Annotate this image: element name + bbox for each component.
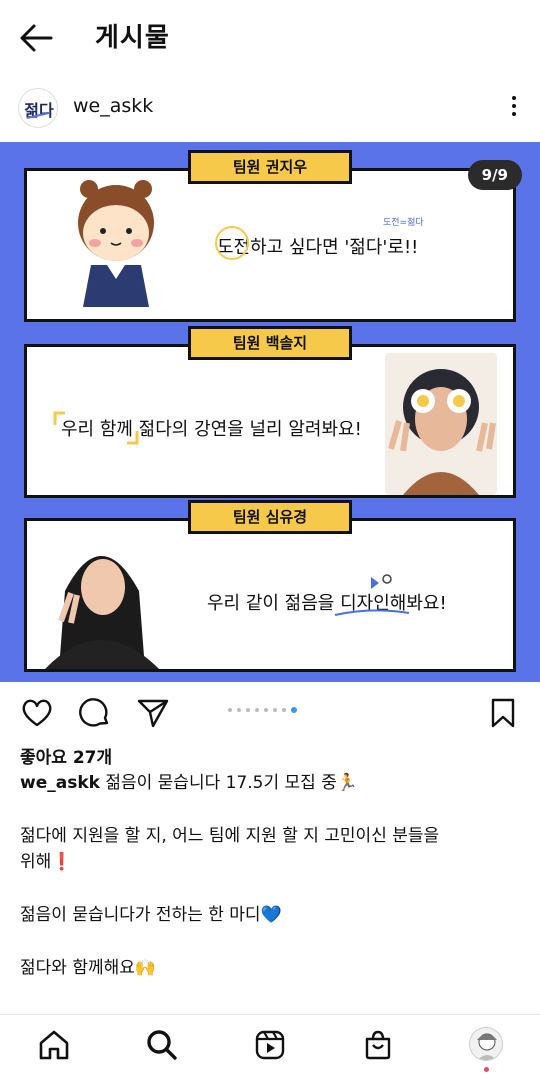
member-panel-1: 도전하고 싶다면 '젊다'로!! 도전=젊다 <box>24 168 516 322</box>
profile-illustration-icon <box>477 1033 497 1060</box>
caption-line-3: 위해❗ <box>20 852 73 872</box>
circle-highlight-icon <box>215 226 249 260</box>
slide-counter: 9/9 <box>467 160 522 190</box>
top-bar: 게시물 <box>0 0 540 76</box>
bottom-navigation <box>0 1014 540 1076</box>
like-count[interactable]: 좋아요 27개 <box>20 743 112 768</box>
username[interactable]: we_askk <box>73 95 153 117</box>
bracket-icon <box>53 411 139 445</box>
panel-note: 도전=젊다 <box>383 218 424 228</box>
caption-line-1: we_askk 젊음이 묻습니다 17.5기 모집 중🏃 <box>20 770 520 796</box>
member-tag-1: 팀원 권지우 <box>188 150 352 184</box>
sparkle-icon <box>334 574 410 616</box>
shop-icon[interactable] <box>362 1029 394 1061</box>
home-icon[interactable] <box>38 1029 70 1061</box>
account-avatar[interactable]: 젊다 <box>18 88 58 128</box>
caption-username[interactable]: we_askk <box>20 773 100 793</box>
post-actions <box>0 690 540 734</box>
member-photo-3 <box>35 531 169 669</box>
reels-icon[interactable] <box>254 1029 286 1061</box>
more-vertical-icon[interactable] <box>510 94 518 122</box>
member-tag-2: 팀원 백솔지 <box>188 326 352 360</box>
post-header: 젊다 we_askk <box>0 86 540 130</box>
member-photo-2 <box>385 353 497 495</box>
post-image-carousel[interactable]: 9/9 도전하고 싶다면 '젊다'로!! 도전=젊다 팀원 권지우 우리 함께 … <box>0 142 540 682</box>
member-panel-3: 우리 같이 젊음을 디자인해봐요! <box>24 518 516 672</box>
caption-text: 젊음이 묻습니다 17.5기 모집 중🏃 <box>105 773 359 793</box>
page-title: 게시물 <box>95 23 170 53</box>
character-illustration <box>78 180 154 317</box>
notification-dot <box>484 1067 489 1072</box>
send-icon[interactable] <box>136 696 170 730</box>
search-icon[interactable] <box>146 1029 178 1061</box>
caption-line-4: 젊음이 묻습니다가 전하는 한 마디💙 <box>20 905 282 925</box>
member-panel-2: 우리 함께 젊다의 강연을 널리 알려봐요! <box>24 344 516 498</box>
caption-line-2: 젊다에 지원을 할 지, 어느 팀에 지원 할 지 고민이신 분들을 <box>20 826 440 846</box>
caption-line-5: 젊다와 함께해요🙌 <box>20 958 157 978</box>
member-tag-3: 팀원 심유경 <box>188 500 352 534</box>
comment-icon[interactable] <box>78 696 112 730</box>
profile-avatar[interactable] <box>469 1027 503 1061</box>
heart-icon[interactable] <box>20 696 54 730</box>
logo-icon: 젊다 <box>24 101 54 120</box>
arrow-left-icon[interactable] <box>18 22 54 54</box>
carousel-dots <box>228 707 297 713</box>
bookmark-icon[interactable] <box>486 696 520 730</box>
